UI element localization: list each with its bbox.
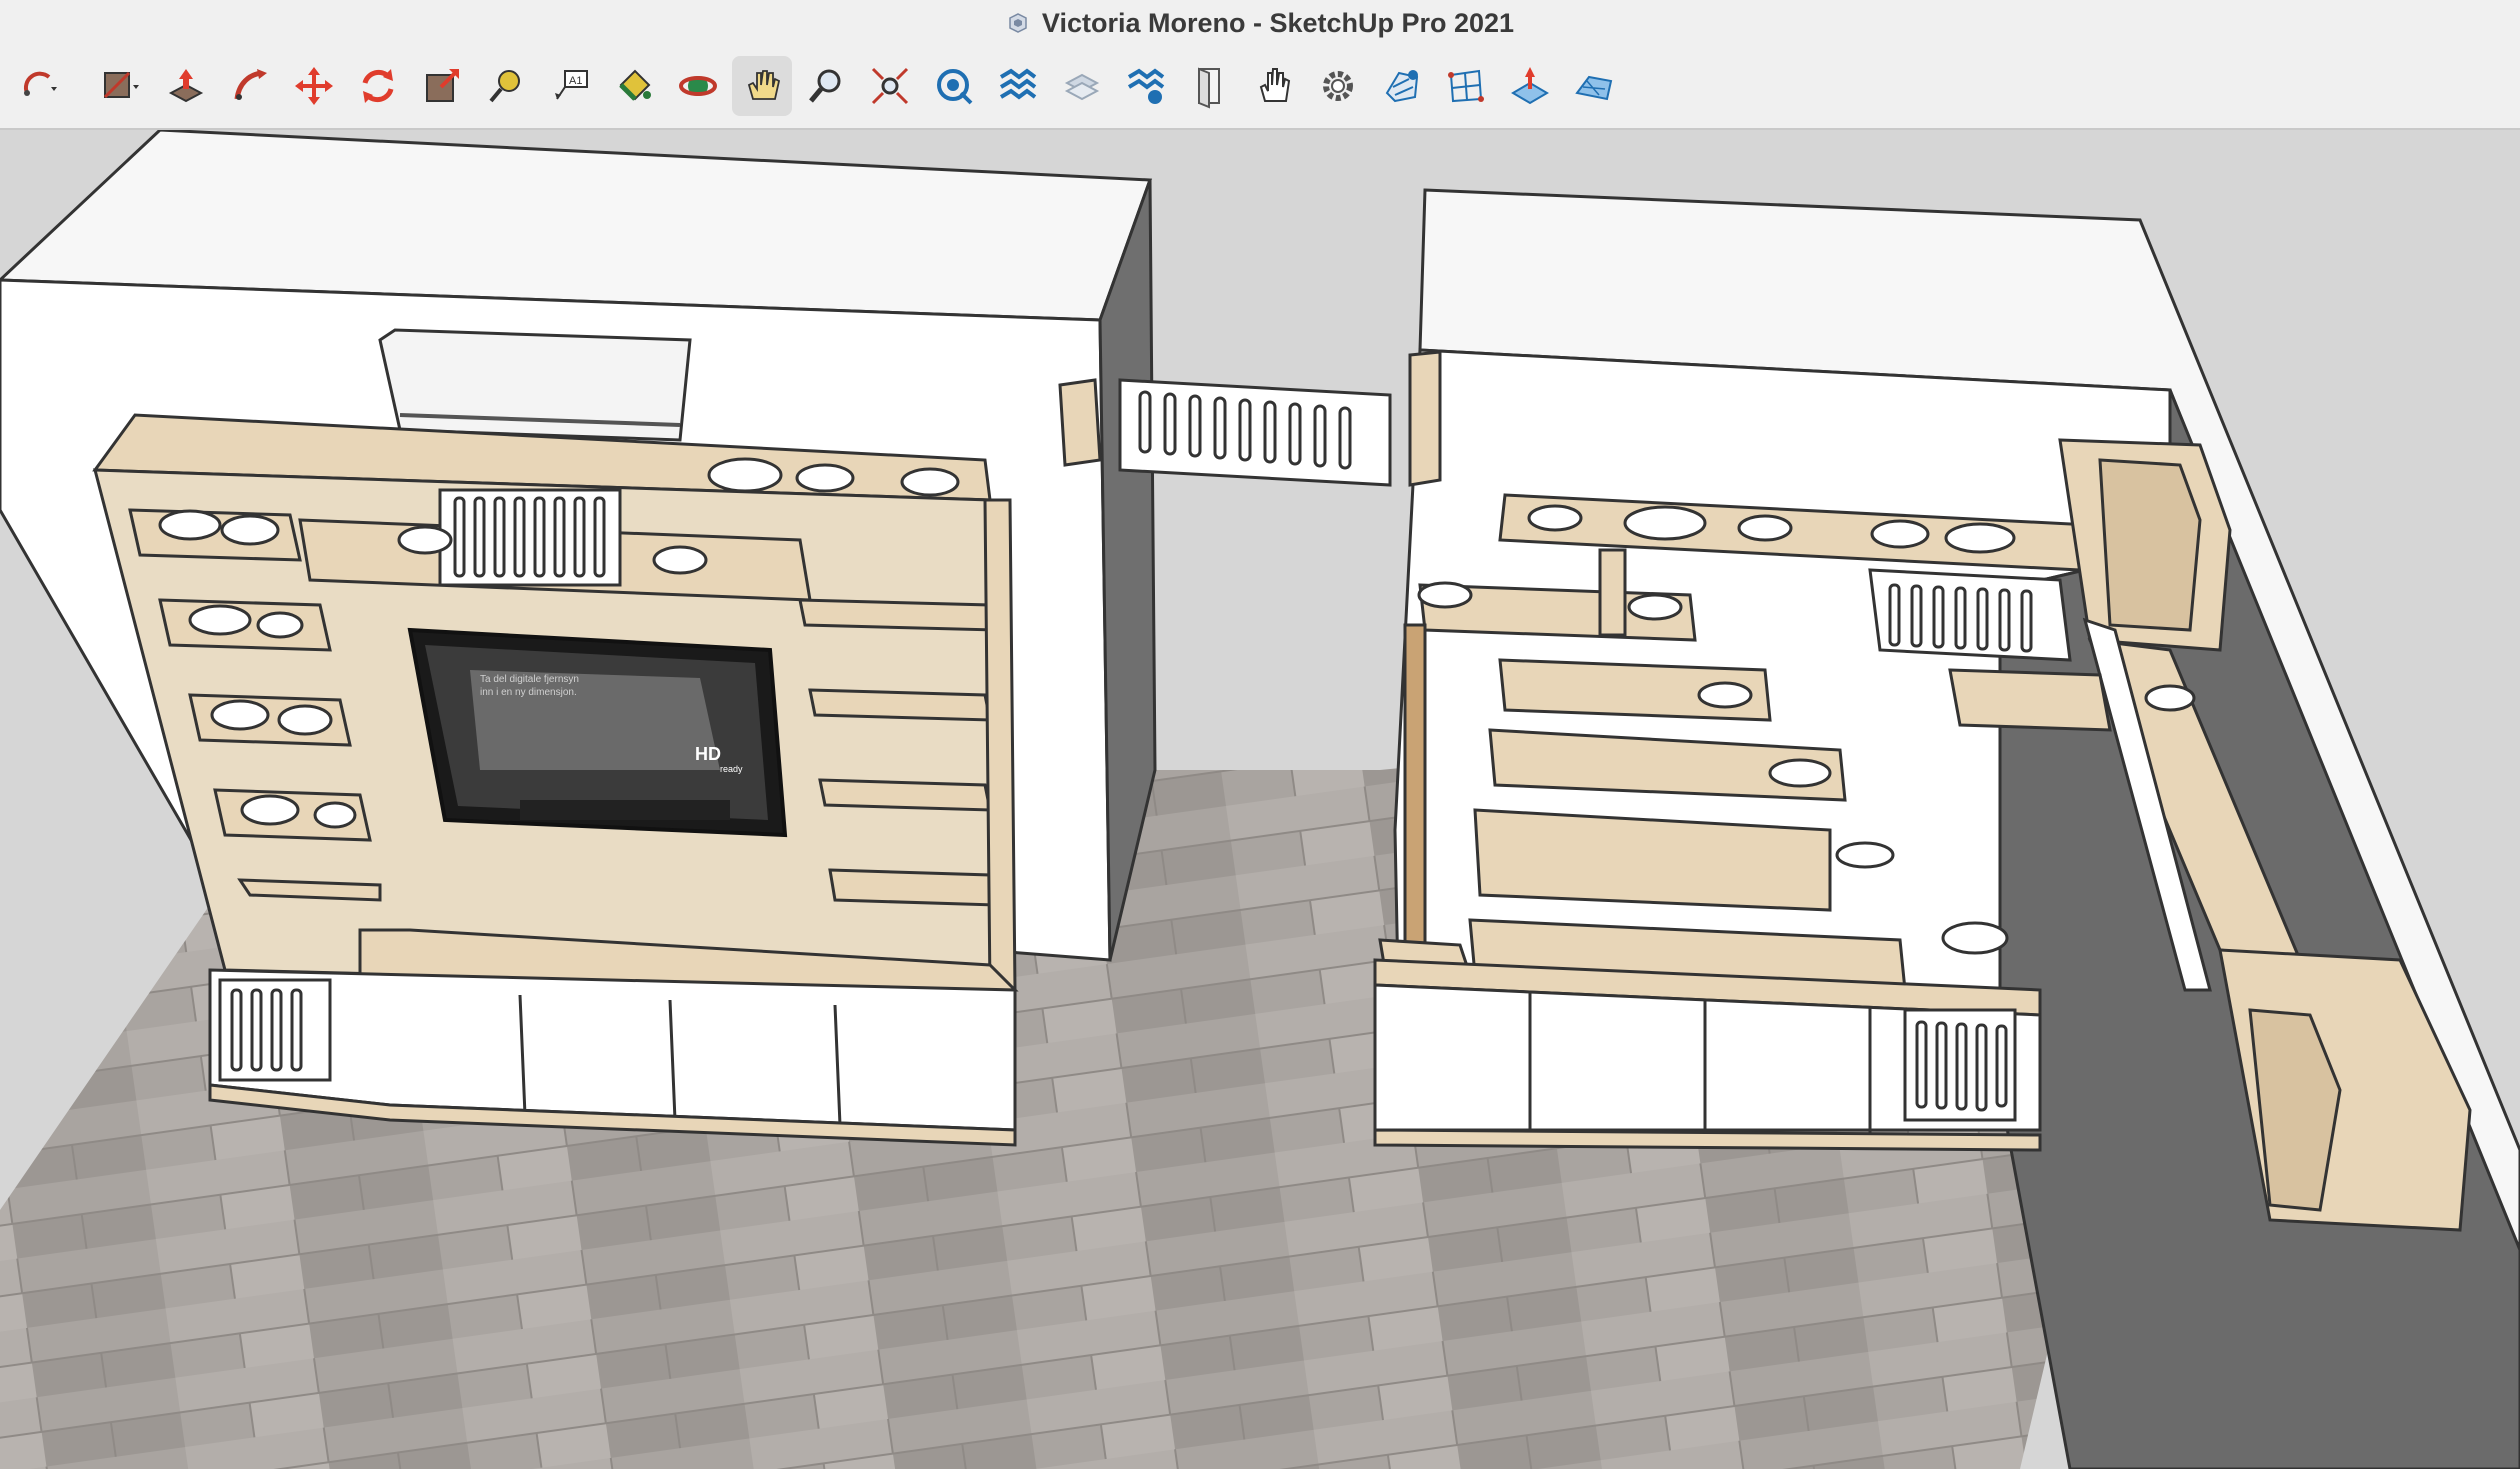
side-shelf-hole [2144, 684, 2196, 712]
television: Ta del digitale fjernsyn inn i en ny dim… [407, 627, 788, 838]
right-base-plinth [1373, 1128, 2042, 1152]
sketchup-app-icon [1009, 13, 1027, 33]
sandbox-tool-button[interactable] [1372, 56, 1432, 116]
terrain-icon [1575, 75, 1613, 101]
section-fill-icon [1127, 68, 1165, 104]
follow-me-icon [234, 69, 267, 100]
shape-icon [103, 71, 139, 99]
push-pull-icon [168, 69, 204, 103]
position-camera-icon [937, 69, 973, 105]
title-bar: Victoria Moreno - SketchUp Pro 2021 [0, 0, 2520, 46]
tv-screen-line-2: inn i en ny dimensjon. [480, 687, 577, 698]
smoove-tool-button[interactable] [1500, 56, 1560, 116]
zoom-tool-button[interactable] [796, 56, 856, 116]
left-base-vent [218, 978, 332, 1082]
tape-measure-icon [489, 70, 520, 103]
scratching-post [1403, 623, 1427, 957]
move-tool-button[interactable] [284, 56, 344, 116]
arc-icon [23, 71, 57, 96]
arc-tool-button[interactable] [10, 56, 70, 116]
from-contours-tool-button[interactable] [1564, 56, 1624, 116]
section-plane-icon [999, 68, 1037, 100]
text-icon: A1 [555, 70, 588, 100]
pan-icon [747, 70, 781, 100]
move-icon [295, 67, 333, 105]
follow-me-tool-button[interactable] [220, 56, 280, 116]
grid-icon [1448, 69, 1484, 103]
rotate-tool-button[interactable] [348, 56, 408, 116]
tv-hd-badge: HD [695, 744, 721, 764]
position-camera-tool-button[interactable] [924, 56, 984, 116]
smoove-icon [1511, 67, 1549, 105]
zoom-extents-tool-button[interactable] [860, 56, 920, 116]
shapes-tool-button[interactable] [90, 56, 150, 116]
zoom-icon [809, 69, 841, 103]
tv-hd-sub: ready [720, 764, 743, 774]
zoom-extents-icon [871, 67, 909, 105]
text-tool-button[interactable]: A1 [540, 56, 600, 116]
tv-screen-line-1: Ta del digitale fjernsyn [480, 674, 579, 685]
rotate-icon [362, 69, 394, 103]
display-section-tool-button[interactable] [1052, 56, 1112, 116]
toolbar: A1 [0, 46, 2520, 130]
component-tool-button[interactable] [1180, 56, 1240, 116]
orbit-tool-button[interactable] [668, 56, 728, 116]
center-vent-panel [438, 488, 622, 587]
svg-text:A1: A1 [569, 75, 582, 87]
interact-tool-button[interactable] [1244, 56, 1304, 116]
section-plane-tool-button[interactable] [988, 56, 1048, 116]
3d-viewport[interactable]: Ta del digitale fjernsyn inn i en ny dim… [0, 130, 2520, 1469]
settings-tool-button[interactable] [1308, 56, 1368, 116]
right-base-vent [1903, 1008, 2017, 1122]
hand-icon [1259, 68, 1291, 102]
sandbox-icon [1385, 70, 1419, 103]
scale-tool-button[interactable] [412, 56, 472, 116]
door-icon [1198, 67, 1220, 109]
push-pull-tool-button[interactable] [156, 56, 216, 116]
display-section-icon [1064, 73, 1100, 101]
tape-measure-tool-button[interactable] [476, 56, 536, 116]
model-scene: Ta del digitale fjernsyn inn i en ny dim… [0, 130, 2520, 1469]
window-title: Victoria Moreno - SketchUp Pro 2021 [1041, 7, 1515, 38]
scale-icon [426, 69, 459, 102]
wall-box-upper-opening [2098, 458, 2202, 632]
paint-bucket-tool-button[interactable] [604, 56, 664, 116]
section-fill-tool-button[interactable] [1116, 56, 1176, 116]
grid-tool-button[interactable] [1436, 56, 1496, 116]
small-side-shelf [1948, 668, 2112, 732]
bridge-bracket-left [1058, 378, 1102, 467]
gear-icon [1323, 71, 1353, 101]
paint-bucket-icon [619, 69, 651, 101]
orbit-icon [679, 76, 717, 96]
pan-tool-button[interactable] [732, 56, 792, 116]
bridge-bracket-right [1408, 350, 1442, 487]
